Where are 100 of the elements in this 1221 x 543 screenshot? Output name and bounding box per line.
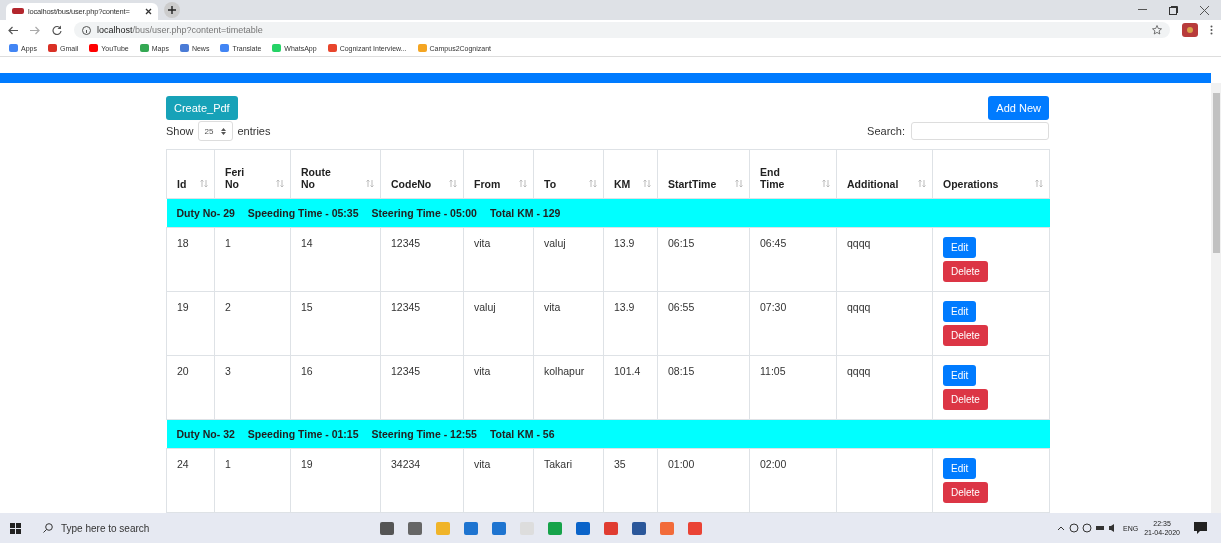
search-label: Search: bbox=[867, 125, 905, 137]
menu-icon[interactable] bbox=[1210, 25, 1213, 35]
column-header[interactable]: To bbox=[533, 149, 604, 199]
table-cell: 3 bbox=[214, 355, 291, 420]
close-icon[interactable] bbox=[145, 8, 152, 15]
duty-summary-text: Speeding Time - 01:15 bbox=[247, 428, 359, 440]
table-cell: vita bbox=[463, 227, 534, 292]
table-cell: 35 bbox=[603, 448, 658, 513]
table-cell: valuj bbox=[463, 291, 534, 356]
column-header[interactable]: Additional bbox=[836, 149, 933, 199]
entries-select[interactable]: 25 bbox=[197, 121, 234, 141]
column-header[interactable]: Route No bbox=[290, 149, 381, 199]
sort-icon bbox=[449, 179, 457, 188]
app-icon[interactable] bbox=[380, 521, 394, 535]
table-cell: 13.9 bbox=[603, 227, 658, 292]
table-cell: 06:15 bbox=[657, 227, 750, 292]
avatar-icon[interactable] bbox=[1182, 23, 1198, 37]
star-icon[interactable] bbox=[1152, 25, 1162, 35]
table-cell: 15 bbox=[290, 291, 381, 356]
windows-icon[interactable] bbox=[10, 522, 21, 534]
table-cell: 07:30 bbox=[749, 291, 837, 356]
search-field[interactable] bbox=[911, 122, 1049, 140]
address-bar[interactable]: localhost/bus/user.php?content=timetable bbox=[74, 22, 1170, 38]
table-cell: 19 bbox=[166, 291, 215, 356]
table-cell: 2 bbox=[214, 291, 291, 356]
sort-icon bbox=[822, 179, 830, 188]
delete-button[interactable]: Delete bbox=[943, 261, 988, 282]
column-header[interactable]: StartTime bbox=[657, 149, 750, 199]
back-icon[interactable] bbox=[8, 25, 18, 35]
duty-summary-text: Speeding Time - 05:35 bbox=[247, 207, 359, 219]
table-cell: 24 bbox=[166, 448, 215, 513]
column-header[interactable]: Operations bbox=[932, 149, 1050, 199]
table-cell: 16 bbox=[290, 355, 381, 420]
table-cell: 12345 bbox=[380, 355, 464, 420]
table-cell: 1 bbox=[214, 227, 291, 292]
delete-button[interactable]: Delete bbox=[943, 389, 988, 410]
add-new-button[interactable]: Add New bbox=[988, 96, 1049, 120]
app-icon[interactable] bbox=[464, 521, 478, 535]
column-header[interactable]: Feri No bbox=[214, 149, 291, 199]
edit-button[interactable]: Edit bbox=[943, 458, 977, 479]
edit-button[interactable]: Edit bbox=[943, 237, 977, 258]
app-icon[interactable] bbox=[632, 521, 646, 535]
column-header[interactable]: Id bbox=[166, 149, 215, 199]
sort-icon bbox=[735, 179, 743, 188]
sort-icon bbox=[519, 179, 527, 188]
column-header[interactable]: KM bbox=[603, 149, 658, 199]
duty-summary-text: Steering Time - 05:00 bbox=[371, 207, 477, 219]
table-cell: 06:55 bbox=[657, 291, 750, 356]
search-icon bbox=[43, 523, 53, 533]
sort-icon bbox=[643, 179, 651, 188]
table-cell: qqqq bbox=[836, 355, 933, 420]
app-icon[interactable] bbox=[408, 521, 422, 535]
minimize-icon[interactable] bbox=[1138, 9, 1147, 11]
restore-icon[interactable] bbox=[1169, 5, 1178, 15]
table-cell: 19 bbox=[290, 448, 381, 513]
table-cell: vita bbox=[463, 355, 534, 420]
close-icon[interactable] bbox=[1200, 5, 1209, 15]
app-icon[interactable] bbox=[576, 521, 590, 535]
notification-icon[interactable] bbox=[1194, 522, 1207, 534]
edit-button[interactable]: Edit bbox=[943, 301, 977, 322]
table-cell: 12345 bbox=[380, 291, 464, 356]
table-cell: vita bbox=[533, 291, 604, 356]
entries-label: entries bbox=[237, 125, 271, 137]
system-tray-icon[interactable] bbox=[1057, 523, 1117, 533]
table-cell: 14 bbox=[290, 227, 381, 292]
table-cell: 13.9 bbox=[603, 291, 658, 356]
column-header[interactable]: CodeNo bbox=[380, 149, 464, 199]
app-icon[interactable] bbox=[492, 521, 506, 535]
new-tab-icon[interactable] bbox=[164, 2, 180, 18]
app-icon[interactable] bbox=[548, 521, 562, 535]
table-cell: 08:15 bbox=[657, 355, 750, 420]
table-cell: 1 bbox=[214, 448, 291, 513]
sort-icon bbox=[276, 179, 284, 188]
table-cell: 02:00 bbox=[749, 448, 837, 513]
duty-summary-text: Duty No- 32 bbox=[176, 428, 235, 440]
app-icon[interactable] bbox=[604, 521, 618, 535]
show-label: Show bbox=[166, 125, 194, 137]
app-icon[interactable] bbox=[688, 521, 702, 535]
duty-summary-text: Total KM - 129 bbox=[489, 207, 561, 219]
duty-summary-text: Total KM - 56 bbox=[489, 428, 555, 440]
taskbar-search-placeholder[interactable]: Type here to search bbox=[61, 522, 150, 534]
column-header[interactable]: From bbox=[463, 149, 534, 199]
table-cell: qqqq bbox=[836, 291, 933, 356]
sort-icon bbox=[200, 179, 208, 188]
sort-icon bbox=[918, 179, 926, 188]
edit-button[interactable]: Edit bbox=[943, 365, 977, 386]
reload-icon[interactable] bbox=[52, 25, 62, 35]
table-cell: vita bbox=[463, 448, 534, 513]
table-cell: valuj bbox=[533, 227, 604, 292]
table-cell: 06:45 bbox=[749, 227, 837, 292]
delete-button[interactable]: Delete bbox=[943, 325, 988, 346]
table-cell: Takari bbox=[533, 448, 604, 513]
table-cell: 34234 bbox=[380, 448, 464, 513]
sort-icon bbox=[589, 179, 597, 188]
delete-button[interactable]: Delete bbox=[943, 482, 988, 503]
table-cell: 20 bbox=[166, 355, 215, 420]
duty-summary-text: Duty No- 29 bbox=[176, 207, 235, 219]
info-icon bbox=[82, 25, 91, 35]
column-header[interactable]: End Time bbox=[749, 149, 837, 199]
table-cell: qqqq bbox=[836, 227, 933, 292]
